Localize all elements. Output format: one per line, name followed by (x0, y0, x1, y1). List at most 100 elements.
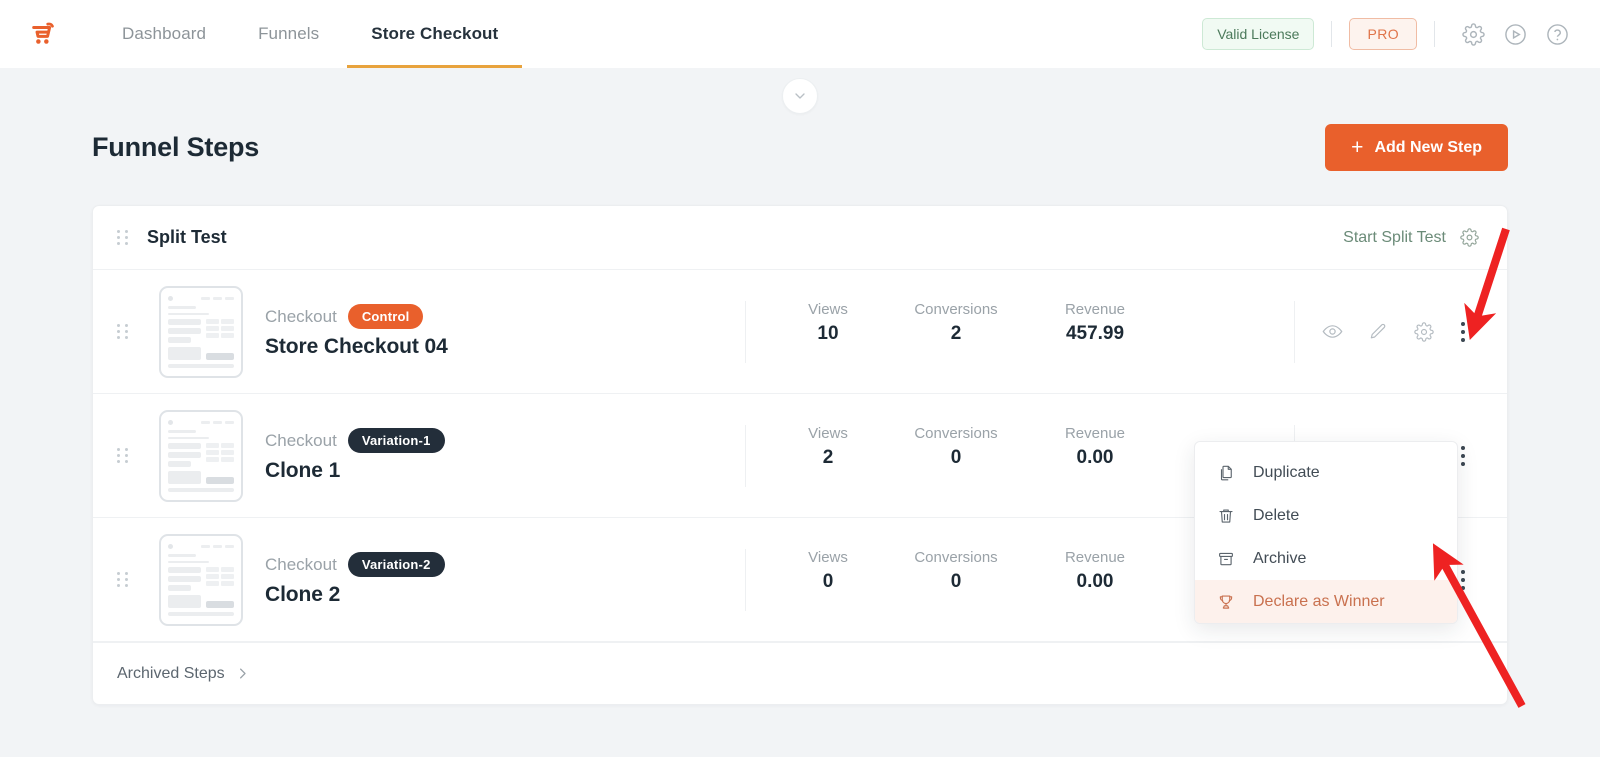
step-type: Checkout (265, 306, 337, 326)
top-navigation-bar: Dashboard Funnels Store Checkout Valid L… (0, 0, 1600, 68)
status-badge[interactable]: Control (347, 304, 424, 329)
kebab-menu-icon[interactable] (1447, 309, 1479, 355)
step-stats: Views 2 Conversions 0 Revenue 0.00 (745, 424, 1170, 487)
start-split-test-button[interactable]: Start Split Test (1343, 228, 1479, 247)
split-test-title: Split Test (147, 227, 227, 247)
step-info: Checkout Variation-2 Clone 2 (265, 552, 735, 607)
chevron-right-icon (235, 666, 250, 681)
play-circle-icon[interactable] (1494, 13, 1536, 55)
step-stats: Views 0 Conversions 0 Revenue 0.00 (745, 548, 1170, 611)
divider (1434, 21, 1435, 47)
start-split-test-label: Start Split Test (1343, 228, 1446, 246)
stat-value: 0 (950, 570, 962, 592)
stat-revenue: Revenue 0.00 (1020, 549, 1170, 593)
cartflows-logo-icon[interactable] (26, 16, 62, 52)
stat-label: Conversions (914, 300, 998, 318)
archived-steps-link[interactable]: Archived Steps (117, 665, 250, 683)
step-type: Checkout (265, 554, 337, 574)
gear-icon[interactable] (1401, 309, 1447, 355)
step-type: Checkout (265, 430, 337, 450)
stat-label: Views (808, 548, 848, 566)
stat-value: 0 (822, 570, 834, 592)
license-status-badge[interactable]: Valid License (1202, 18, 1315, 50)
nav-item-store-checkout[interactable]: Store Checkout (345, 0, 524, 68)
stat-conversions: Conversions 0 (892, 549, 1020, 593)
menu-item-label: Archive (1253, 549, 1307, 567)
status-badge[interactable]: Variation-2 (347, 552, 445, 577)
main-nav: Dashboard Funnels Store Checkout (96, 0, 524, 68)
top-bar-actions: Valid License PRO (1202, 13, 1578, 55)
nav-label: Funnels (258, 24, 320, 43)
stat-value: 0.00 (1076, 570, 1114, 592)
menu-item-delete[interactable]: Delete (1195, 494, 1457, 537)
stat-value: 0 (950, 446, 962, 468)
step-info: Checkout Control Store Checkout 04 (265, 304, 735, 359)
pencil-icon[interactable] (1355, 309, 1401, 355)
stat-conversions: Conversions 0 (892, 425, 1020, 469)
stat-label: Revenue (1064, 424, 1126, 442)
menu-item-declare-as-winner[interactable]: Declare as Winner (1195, 580, 1457, 623)
table-row: Checkout Control Store Checkout 04 Views… (93, 270, 1507, 394)
stat-value: 2 (822, 446, 834, 468)
gear-icon[interactable] (1452, 13, 1494, 55)
help-circle-icon[interactable] (1536, 13, 1578, 55)
trash-icon (1217, 507, 1236, 525)
split-test-header: Split Test Start Split Test (93, 206, 1507, 270)
menu-item-label: Delete (1253, 506, 1300, 524)
gear-icon[interactable] (1460, 228, 1479, 247)
menu-item-archive[interactable]: Archive (1195, 537, 1457, 580)
step-context-menu: Duplicate Delete Archive Declare as Winn… (1194, 441, 1458, 624)
archive-box-icon (1217, 550, 1236, 568)
nav-label: Dashboard (122, 24, 207, 43)
stat-revenue: Revenue 457.99 (1020, 301, 1170, 345)
stat-value: 2 (950, 322, 962, 344)
status-badge[interactable]: Variation-1 (347, 428, 445, 453)
menu-item-label: Duplicate (1253, 463, 1320, 481)
menu-item-duplicate[interactable]: Duplicate (1195, 451, 1457, 494)
stat-views: Views 0 (764, 549, 892, 593)
stat-label: Revenue (1064, 300, 1126, 318)
eye-icon[interactable] (1309, 309, 1355, 355)
stat-label: Views (808, 300, 848, 318)
drag-handle-icon[interactable] (117, 448, 131, 463)
add-new-step-button[interactable]: + Add New Step (1325, 124, 1508, 171)
step-thumbnail (159, 285, 243, 378)
step-name[interactable]: Clone 2 (265, 583, 735, 607)
step-thumbnail (159, 533, 243, 626)
page-header: Funnel Steps + Add New Step (92, 124, 1508, 171)
drag-handle-icon[interactable] (117, 324, 131, 339)
archived-steps-label: Archived Steps (117, 664, 225, 682)
step-name[interactable]: Store Checkout 04 (265, 335, 735, 359)
step-info: Checkout Variation-1 Clone 1 (265, 428, 735, 483)
stat-views: Views 10 (764, 301, 892, 345)
stat-value: 457.99 (1065, 322, 1125, 344)
menu-item-label: Declare as Winner (1253, 592, 1385, 610)
stat-label: Revenue (1064, 548, 1126, 566)
drag-handle-icon[interactable] (117, 230, 131, 245)
drag-handle-icon[interactable] (117, 572, 131, 587)
stat-views: Views 2 (764, 425, 892, 469)
step-thumbnail (159, 409, 243, 502)
collapse-panel-wrap (0, 68, 1600, 114)
stat-revenue: Revenue 0.00 (1020, 425, 1170, 469)
stat-value: 0.00 (1076, 446, 1114, 468)
nav-label: Store Checkout (371, 24, 499, 43)
nav-item-funnels[interactable]: Funnels (232, 0, 345, 68)
stat-label: Views (808, 424, 848, 442)
funnel-steps-page: Funnel Steps + Add New Step Split Test S… (0, 68, 1600, 705)
stat-label: Conversions (914, 548, 998, 566)
stat-label: Conversions (914, 424, 998, 442)
nav-item-dashboard[interactable]: Dashboard (96, 0, 232, 68)
row-actions (1294, 300, 1479, 363)
stat-value: 10 (817, 322, 839, 344)
pro-badge[interactable]: PRO (1349, 18, 1417, 50)
divider (1331, 21, 1333, 47)
step-name[interactable]: Clone 1 (265, 459, 735, 483)
add-new-step-label: Add New Step (1374, 138, 1482, 156)
chevron-down-icon[interactable] (782, 78, 818, 114)
plus-icon: + (1351, 136, 1364, 159)
page-title: Funnel Steps (92, 132, 260, 162)
stat-conversions: Conversions 2 (892, 301, 1020, 345)
card-footer: Archived Steps (93, 642, 1507, 704)
trophy-icon (1217, 593, 1236, 611)
